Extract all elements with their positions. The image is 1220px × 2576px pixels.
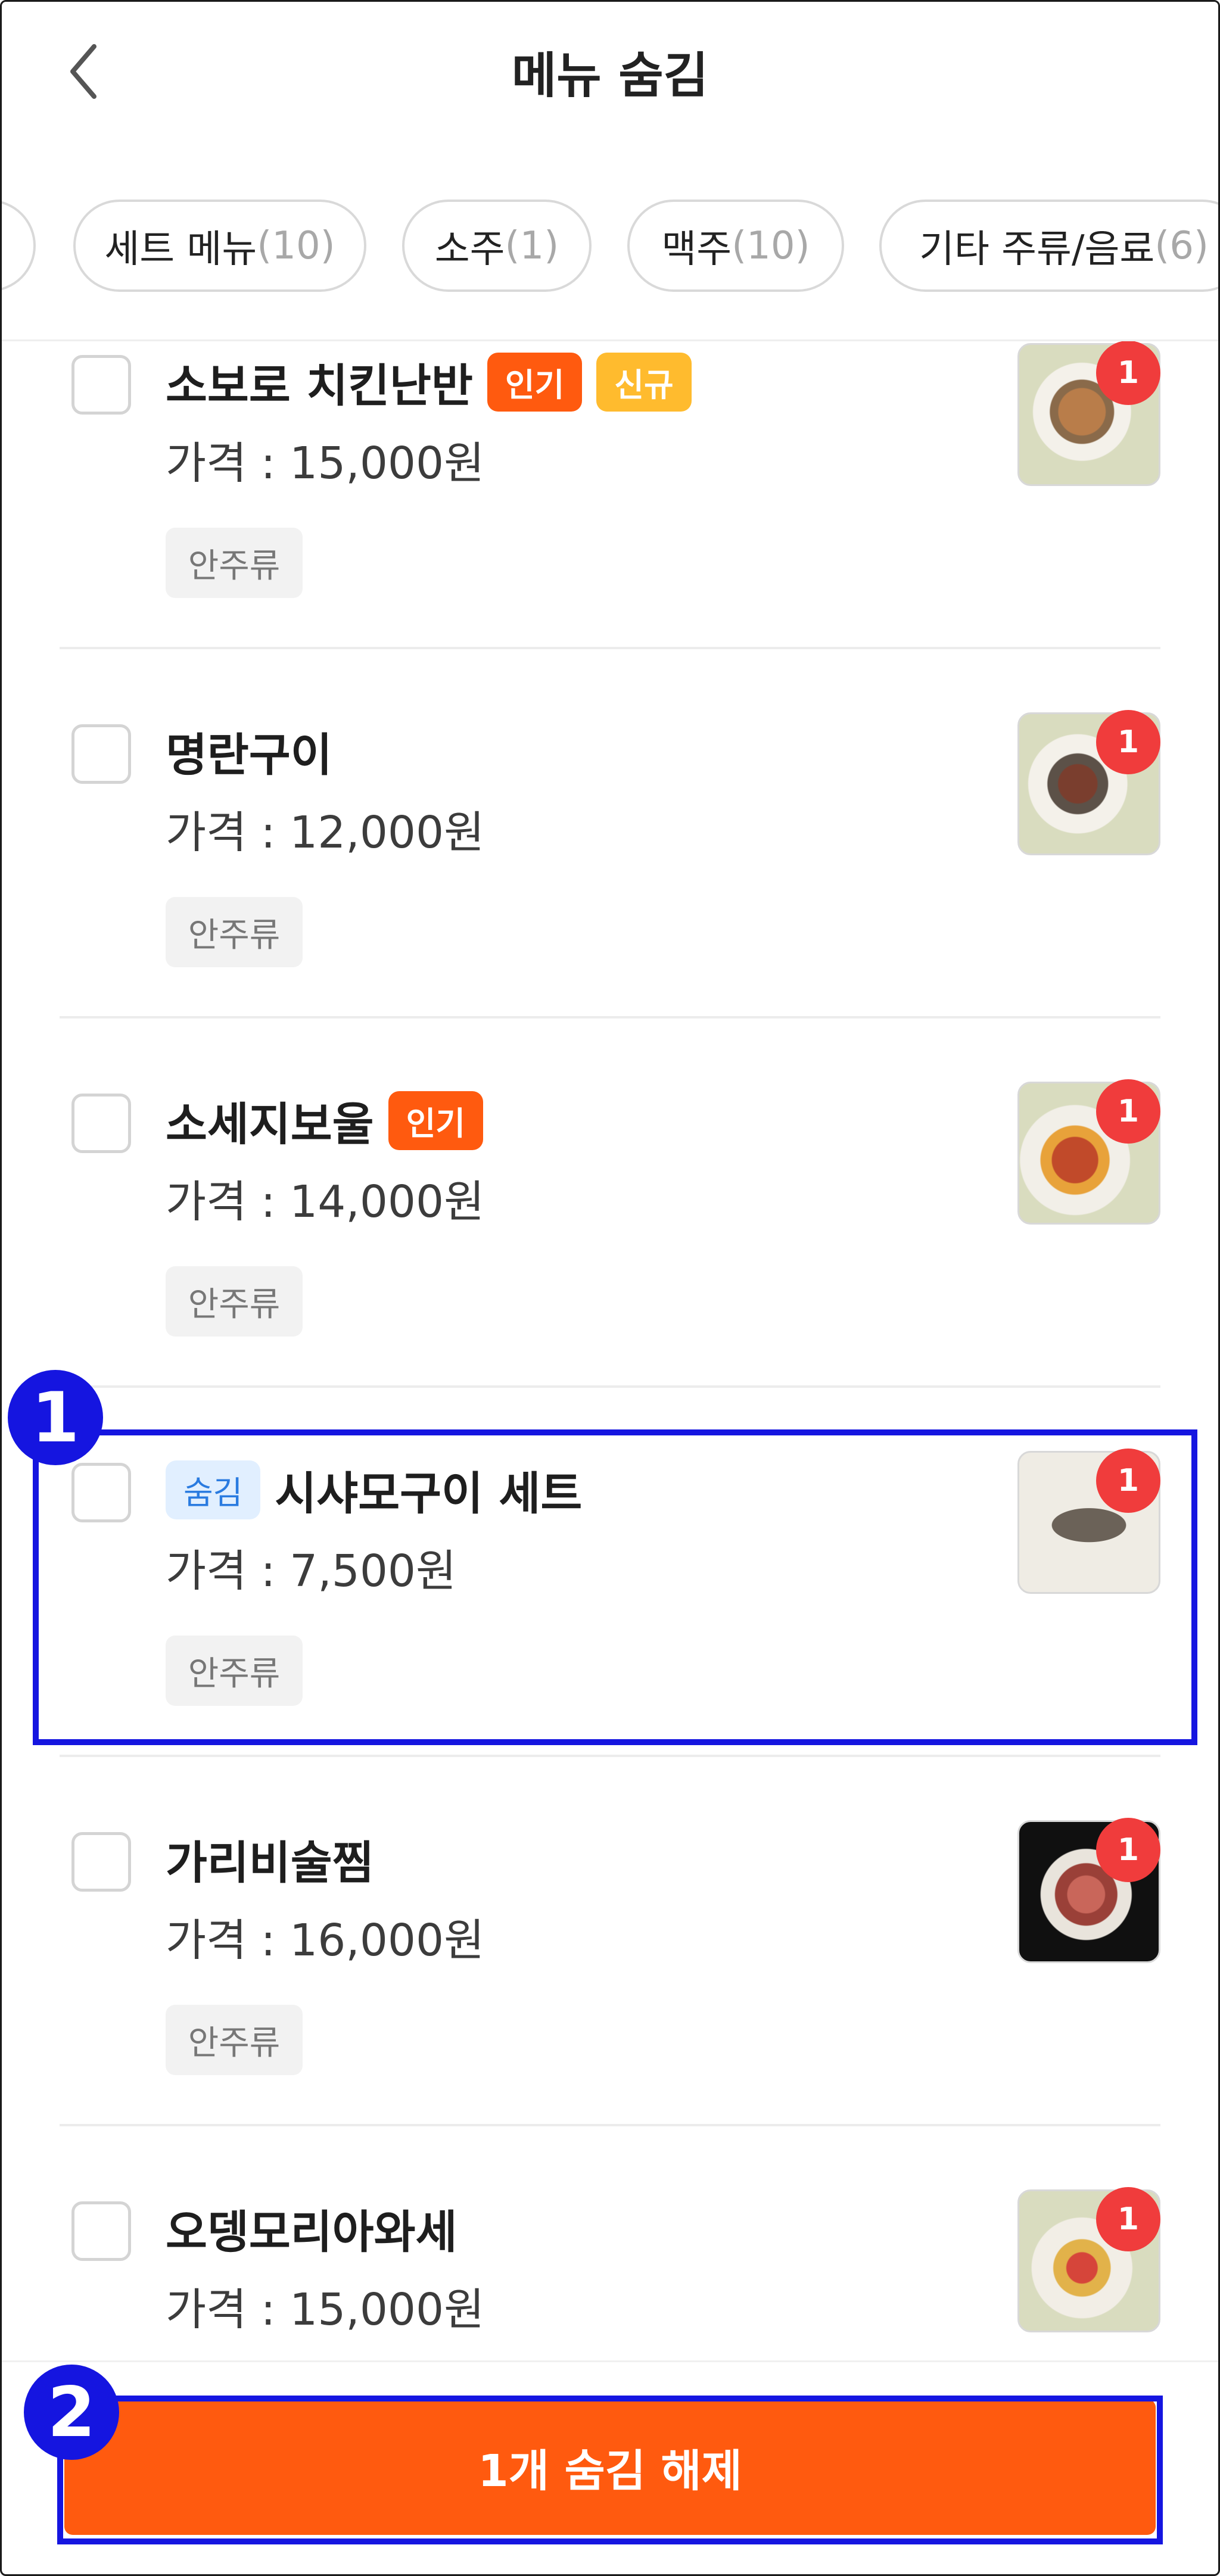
- item-name-line: 소보로 치킨난반 인기 신규: [166, 349, 692, 415]
- chip-previous[interactable]: [0, 200, 36, 292]
- image-count-badge: 1: [1096, 341, 1160, 405]
- item-name: 소보로 치킨난반: [166, 359, 473, 412]
- item-thumbnail[interactable]: 1: [1017, 710, 1160, 855]
- menu-list[interactable]: 소보로 치킨난반 인기 신규 가격 : 15,000원 안주류 1 명란구이 가…: [0, 341, 1220, 2360]
- item-price: 가격 : 15,000원: [166, 438, 485, 489]
- menu-item[interactable]: 소보로 치킨난반 인기 신규 가격 : 15,000원 안주류 1: [0, 341, 1220, 700]
- item-checkbox[interactable]: [71, 724, 131, 784]
- menu-item[interactable]: 오뎅모리아와세 가격 : 15,000원 1: [0, 2178, 1220, 2360]
- item-thumbnail[interactable]: 1: [1017, 2187, 1160, 2332]
- chip-count: (6): [1154, 223, 1209, 268]
- chip-count: (10): [732, 223, 810, 268]
- chip-set-menu[interactable]: 세트 메뉴 (10): [73, 200, 366, 292]
- annotation-marker-2: 2: [24, 2365, 119, 2460]
- item-name-line: 명란구이: [166, 718, 332, 784]
- menu-item[interactable]: 가리비술찜 가격 : 16,000원 안주류 1: [0, 1808, 1220, 2178]
- chip-label: 세트 메뉴: [104, 227, 257, 272]
- item-thumbnail[interactable]: 1: [1017, 341, 1160, 486]
- menu-item[interactable]: 명란구이 가격 : 12,000원 안주류 1: [0, 700, 1220, 1070]
- item-separator: [60, 1755, 1160, 1757]
- item-price: 가격 : 12,000원: [166, 807, 485, 858]
- image-count-badge: 1: [1096, 2187, 1160, 2251]
- category-chip-row: 세트 메뉴 (10) 소주 (1) 맥주 (10) 기타 주류/음료 (6): [0, 200, 1220, 295]
- chip-count: (1): [505, 223, 559, 268]
- item-checkbox[interactable]: [71, 2201, 131, 2261]
- item-separator: [60, 1385, 1160, 1388]
- item-name: 명란구이: [166, 728, 332, 781]
- item-separator: [60, 1016, 1160, 1018]
- item-category-tag: 안주류: [166, 2005, 303, 2075]
- popular-tag: 인기: [487, 352, 583, 412]
- chip-label: 맥주: [661, 227, 732, 272]
- item-checkbox[interactable]: [71, 355, 131, 415]
- chip-beer[interactable]: 맥주 (10): [627, 200, 844, 292]
- item-name-line: 가리비술찜: [166, 1826, 374, 1892]
- chip-label: 소주: [434, 227, 505, 272]
- item-thumbnail[interactable]: 1: [1017, 1079, 1160, 1225]
- chip-label: 기타 주류/음료: [919, 227, 1155, 272]
- item-thumbnail[interactable]: 1: [1017, 1818, 1160, 1963]
- item-name-line: 오뎅모리아와세: [166, 2195, 457, 2261]
- item-name: 소세지보울: [166, 1098, 374, 1151]
- item-name-line: 소세지보울 인기: [166, 1088, 483, 1153]
- item-name: 오뎅모리아와세: [166, 2206, 458, 2259]
- item-checkbox[interactable]: [71, 1094, 131, 1153]
- popular-tag: 인기: [388, 1091, 483, 1150]
- item-price: 가격 : 15,000원: [166, 2284, 485, 2335]
- chip-other-drinks[interactable]: 기타 주류/음료 (6): [879, 200, 1220, 292]
- menu-item[interactable]: 소세지보울 인기 가격 : 14,000원 안주류 1: [0, 1070, 1220, 1439]
- item-separator: [60, 647, 1160, 649]
- item-name: 가리비술찜: [166, 1836, 374, 1889]
- item-price: 가격 : 14,000원: [166, 1176, 485, 1228]
- page-title: 메뉴 숨김: [511, 48, 709, 104]
- item-category-tag: 안주류: [166, 528, 303, 598]
- highlight-unhide-button: [57, 2396, 1163, 2544]
- item-category-tag: 안주류: [166, 897, 303, 967]
- chip-soju[interactable]: 소주 (1): [402, 200, 592, 292]
- new-tag: 신규: [596, 352, 692, 412]
- item-price: 가격 : 16,000원: [166, 1915, 485, 1966]
- chip-count: (10): [257, 223, 335, 268]
- annotation-marker-1: 1: [8, 1370, 103, 1465]
- item-category-tag: 안주류: [166, 1266, 303, 1337]
- item-checkbox[interactable]: [71, 1832, 131, 1892]
- header: 메뉴 숨김: [0, 0, 1220, 137]
- image-count-badge: 1: [1096, 1079, 1160, 1144]
- item-separator: [60, 2124, 1160, 2126]
- image-count-badge: 1: [1096, 710, 1160, 774]
- image-count-badge: 1: [1096, 1818, 1160, 1882]
- highlight-hidden-item: [33, 1429, 1197, 1745]
